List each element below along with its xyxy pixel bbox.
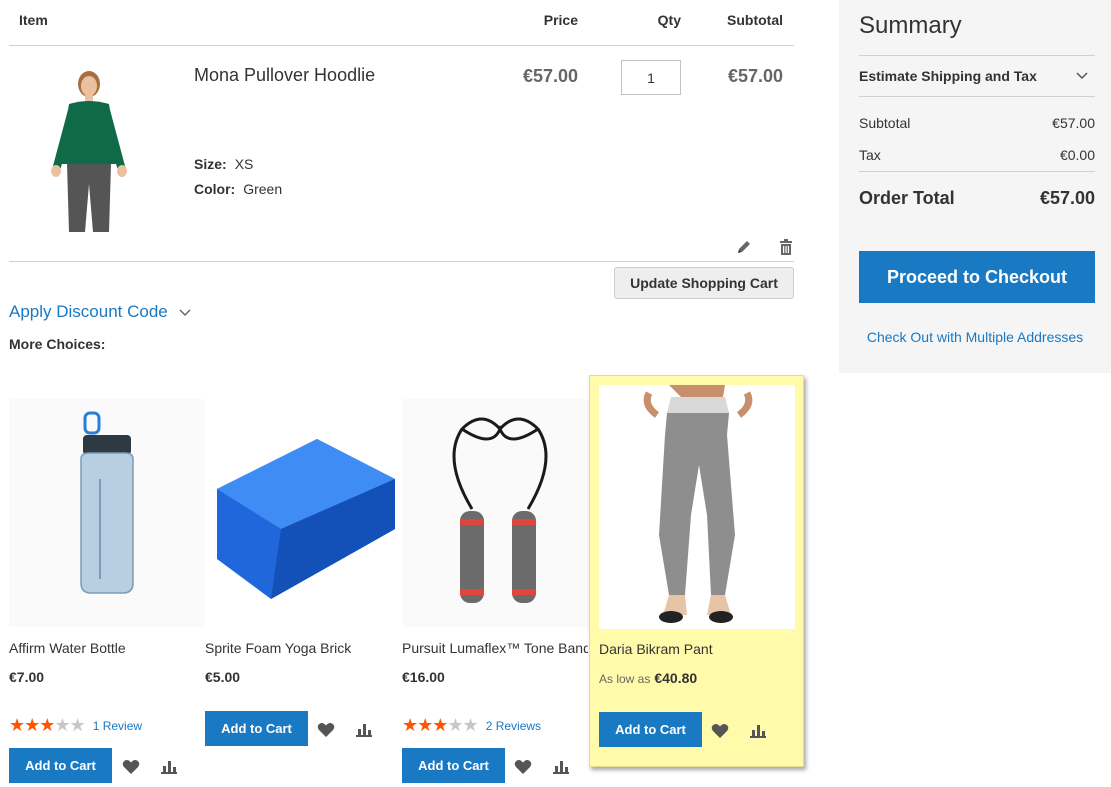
product-card: Sprite Foam Yoga Brick €5.00 Add to Cart bbox=[205, 375, 401, 785]
add-to-cart-button[interactable]: Add to Cart bbox=[9, 748, 112, 783]
item-price: €57.00 bbox=[522, 66, 578, 86]
product-name[interactable]: Mona Pullover Hoodlie bbox=[194, 65, 375, 86]
add-to-cart-button[interactable]: Add to Cart bbox=[599, 712, 702, 747]
tax-value: €0.00 bbox=[1059, 147, 1095, 163]
total-label: Order Total bbox=[859, 188, 955, 208]
more-choices-title: More Choices: bbox=[9, 336, 106, 352]
compare-icon[interactable] bbox=[160, 759, 178, 775]
header-subtotal: Subtotal bbox=[727, 12, 783, 28]
chevron-down-icon bbox=[1076, 72, 1088, 80]
subtotal-label: Subtotal bbox=[859, 115, 911, 131]
divider bbox=[859, 171, 1095, 172]
product-card: Pursuit Lumaflex™ Tone Band €16.00 ★★★★★… bbox=[402, 375, 598, 785]
product-image[interactable] bbox=[402, 399, 598, 627]
reviews-link[interactable]: 2 Reviews bbox=[486, 719, 541, 733]
product-name[interactable]: Sprite Foam Yoga Brick bbox=[205, 640, 351, 656]
item-subtotal: €57.00 bbox=[727, 66, 783, 86]
product-price: €5.00 bbox=[205, 669, 241, 685]
pencil-icon[interactable] bbox=[735, 238, 753, 256]
total-value: €57.00 bbox=[1039, 188, 1095, 208]
heart-icon[interactable] bbox=[122, 759, 140, 775]
discount-label: Apply Discount Code bbox=[9, 302, 168, 321]
summary-subtotal-row: Subtotal €57.00 bbox=[859, 115, 1095, 131]
order-summary: Summary Estimate Shipping and Tax Subtot… bbox=[839, 0, 1111, 373]
product-image[interactable] bbox=[9, 399, 205, 627]
option-value: Green bbox=[243, 181, 283, 197]
product-image[interactable] bbox=[205, 399, 401, 627]
product-card: Affirm Water Bottle €7.00 ★★★★★ 1 Review… bbox=[9, 375, 205, 785]
trash-icon[interactable] bbox=[777, 238, 795, 256]
product-price: €7.00 bbox=[9, 669, 45, 685]
product-price: As low as €40.80 bbox=[599, 670, 697, 686]
product-card-highlighted: Daria Bikram Pant As low as €40.80 Add to… bbox=[589, 375, 804, 767]
product-rating: ★★★★★ 1 Review bbox=[9, 715, 142, 736]
star-icon: ★★★★★ bbox=[402, 715, 479, 735]
star-icon: ★★★★★ bbox=[9, 715, 86, 735]
product-image[interactable] bbox=[599, 385, 795, 629]
tax-label: Tax bbox=[859, 147, 881, 163]
header-qty: Qty bbox=[657, 12, 681, 28]
discount-toggle[interactable]: Apply Discount Code bbox=[9, 302, 192, 322]
option-value: XS bbox=[234, 156, 254, 172]
cart-item-row: Mona Pullover Hoodlie Size: XS Color: Gree… bbox=[9, 46, 794, 262]
option-size: Size: XS bbox=[194, 156, 253, 172]
header-price: Price bbox=[543, 12, 578, 28]
update-cart-button[interactable]: Update Shopping Cart bbox=[614, 267, 794, 299]
subtotal-value: €57.00 bbox=[1052, 115, 1095, 131]
option-color: Color: Green bbox=[194, 181, 282, 197]
product-name[interactable]: Pursuit Lumaflex™ Tone Band bbox=[402, 640, 588, 656]
compare-icon[interactable] bbox=[749, 723, 767, 739]
product-image[interactable] bbox=[23, 66, 155, 232]
chevron-down-icon bbox=[179, 309, 191, 317]
heart-icon[interactable] bbox=[317, 722, 335, 738]
product-name[interactable]: Affirm Water Bottle bbox=[9, 640, 126, 656]
option-label: Color: bbox=[194, 181, 236, 197]
cart-table: Item Price Qty Subtotal Mona Pullover Ho… bbox=[9, 0, 794, 262]
compare-icon[interactable] bbox=[355, 722, 373, 738]
proceed-to-checkout-button[interactable]: Proceed to Checkout bbox=[859, 251, 1095, 303]
add-to-cart-button[interactable]: Add to Cart bbox=[205, 711, 308, 746]
summary-tax-row: Tax €0.00 bbox=[859, 147, 1095, 163]
product-rating: ★★★★★ 2 Reviews bbox=[402, 715, 541, 736]
multi-address-checkout-link[interactable]: Check Out with Multiple Addresses bbox=[839, 329, 1111, 345]
qty-input[interactable] bbox=[621, 60, 681, 95]
heart-icon[interactable] bbox=[711, 723, 729, 739]
product-name[interactable]: Daria Bikram Pant bbox=[599, 641, 713, 657]
price-value: €40.80 bbox=[654, 670, 698, 686]
heart-icon[interactable] bbox=[514, 759, 532, 775]
summary-title: Summary bbox=[859, 12, 962, 39]
estimate-shipping-toggle[interactable]: Estimate Shipping and Tax bbox=[859, 55, 1095, 97]
product-price: €16.00 bbox=[402, 669, 445, 685]
reviews-link[interactable]: 1 Review bbox=[93, 719, 142, 733]
add-to-cart-button[interactable]: Add to Cart bbox=[402, 748, 505, 783]
header-item: Item bbox=[19, 12, 48, 28]
summary-total-row: Order Total €57.00 bbox=[859, 188, 1095, 209]
estimate-label: Estimate Shipping and Tax bbox=[859, 68, 1037, 84]
compare-icon[interactable] bbox=[552, 759, 570, 775]
table-header: Item Price Qty Subtotal bbox=[9, 0, 794, 46]
option-label: Size: bbox=[194, 156, 227, 172]
price-prefix: As low as bbox=[599, 672, 651, 686]
